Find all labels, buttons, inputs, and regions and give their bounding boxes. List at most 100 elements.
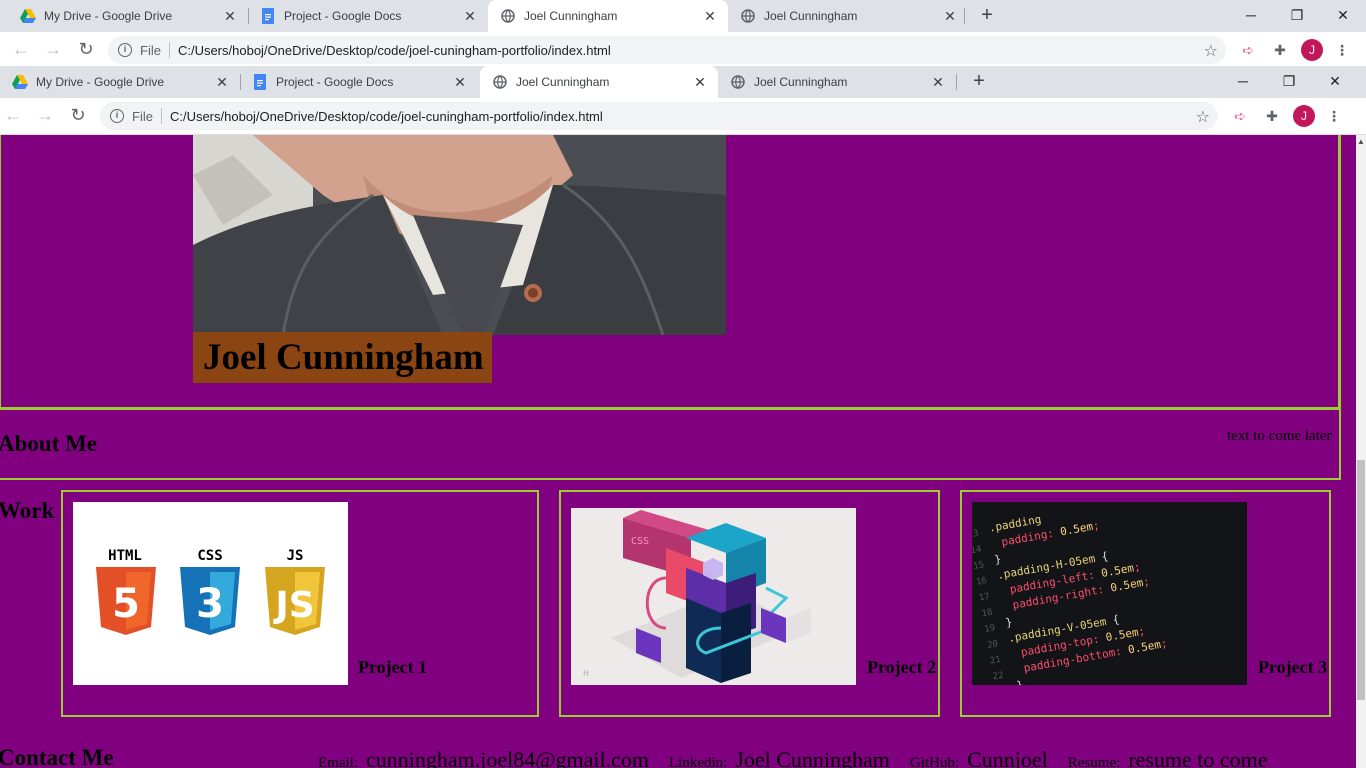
project-title-2[interactable]: Project 2 — [867, 657, 936, 678]
svg-text:CSS: CSS — [197, 548, 222, 564]
outer-tab-title: Project - Google Docs — [284, 9, 402, 23]
about-section — [0, 410, 1341, 480]
linkedin-link[interactable]: Joel Cunningham — [735, 747, 890, 768]
kebab-menu-icon[interactable]: ⋮ — [1332, 40, 1352, 60]
url-text[interactable]: C:/Users/hoboj/OneDrive/Desktop/code/joe… — [170, 109, 603, 124]
omnibox-divider — [168, 42, 170, 58]
minimize-button[interactable]: ─ — [1228, 0, 1274, 32]
close-icon[interactable]: ✕ — [222, 8, 238, 24]
avatar[interactable]: J — [1301, 39, 1323, 61]
window-close-button[interactable]: ✕ — [1320, 0, 1366, 32]
svg-text:JS: JS — [287, 548, 304, 564]
reload-button[interactable]: ↻ — [66, 104, 90, 128]
svg-text:14: 14 — [972, 545, 982, 557]
extension-arrow-icon[interactable]: ➪ — [1238, 40, 1258, 60]
inner-browser-chrome: My Drive - Google Drive ✕ Project - Goog… — [0, 66, 1366, 135]
scheme-label: File — [132, 108, 153, 124]
google-docs-icon — [252, 74, 268, 90]
forward-button[interactable]: → — [41, 38, 65, 62]
globe-icon — [730, 74, 746, 90]
outer-browser-chrome: My Drive - Google Drive ✕ Project - Goog… — [0, 0, 1366, 67]
outer-tab-portfolio[interactable]: Joel Cunningham ✕ — [728, 0, 968, 32]
scheme-label: File — [140, 42, 161, 58]
bookmark-star-icon[interactable]: ☆ — [1204, 41, 1218, 61]
project-card-3[interactable]: 13 .padding 14 padding: 0.5em; 15} 16 .padd… — [960, 490, 1331, 717]
close-icon[interactable]: ✕ — [692, 74, 708, 90]
google-docs-icon — [260, 8, 276, 24]
svg-text:3: 3 — [196, 581, 224, 627]
puzzle-extensions-icon[interactable]: ✚ — [1270, 40, 1290, 60]
inner-tab-title: Project - Google Docs — [276, 75, 394, 89]
globe-icon — [740, 8, 756, 24]
forward-button[interactable]: → — [33, 104, 57, 128]
svg-text:16: 16 — [975, 576, 987, 588]
close-icon[interactable]: ✕ — [942, 8, 958, 24]
email-link[interactable]: cunningham.joel84@gmail.com — [366, 747, 649, 768]
reload-button[interactable]: ↻ — [74, 38, 98, 62]
bookmark-star-icon[interactable]: ☆ — [1196, 107, 1210, 127]
restore-button[interactable]: ❐ — [1274, 0, 1320, 32]
github-link[interactable]: Cunnjoel — [967, 747, 1048, 768]
outer-tab-portfolio-active[interactable]: Joel Cunningham ✕ — [488, 0, 728, 32]
outer-tab-title: My Drive - Google Drive — [44, 9, 173, 23]
restore-button[interactable]: ❐ — [1266, 66, 1312, 98]
outer-tab-docs[interactable]: Project - Google Docs ✕ — [248, 0, 488, 32]
inner-tabstrip: My Drive - Google Drive ✕ Project - Goog… — [0, 66, 1366, 98]
google-drive-icon — [20, 8, 36, 24]
svg-text:17: 17 — [978, 592, 990, 604]
project-card-1[interactable]: HTML CSS JS 5 3 JS Project 1 — [61, 490, 539, 717]
inner-tab-portfolio[interactable]: Joel Cunningham ✕ — [718, 66, 956, 98]
minimize-button[interactable]: ─ — [1220, 66, 1266, 98]
inner-tab-title: Joel Cunningham — [754, 75, 848, 89]
close-icon[interactable]: ✕ — [462, 8, 478, 24]
name-banner: Joel Cunningham — [193, 332, 492, 383]
info-icon[interactable]: i — [110, 109, 124, 123]
close-icon[interactable]: ✕ — [930, 74, 946, 90]
html-css-js-logos-image: HTML CSS JS 5 3 JS — [73, 502, 348, 685]
close-icon[interactable]: ✕ — [452, 74, 468, 90]
profile-photo — [193, 135, 726, 335]
email-label: Email: — [318, 755, 358, 768]
kebab-menu-icon[interactable]: ⋮ — [1324, 106, 1344, 126]
info-icon[interactable]: i — [118, 43, 132, 57]
close-icon[interactable]: ✕ — [214, 74, 230, 90]
svg-text:20: 20 — [986, 639, 998, 651]
back-button[interactable]: ← — [1, 104, 25, 128]
about-text: text to come later — [1227, 428, 1332, 444]
inner-tab-docs[interactable]: Project - Google Docs ✕ — [240, 66, 478, 98]
page-viewport: Joel Cunningham About Me text to come la… — [0, 135, 1356, 768]
github-label: GitHub: — [909, 755, 960, 768]
project-title-3[interactable]: Project 3 — [1258, 657, 1327, 678]
scrollbar-thumb[interactable] — [1357, 460, 1365, 700]
page-scrollbar[interactable]: ▲ — [1356, 135, 1366, 768]
isometric-css-illustration-image: CSS H — [571, 508, 856, 685]
close-icon[interactable]: ✕ — [702, 8, 718, 24]
scroll-up-arrow-icon[interactable]: ▲ — [1357, 137, 1365, 147]
extension-arrow-icon[interactable]: ➪ — [1230, 106, 1250, 126]
outer-tab-drive[interactable]: My Drive - Google Drive ✕ — [8, 0, 248, 32]
svg-text:22: 22 — [992, 671, 1004, 683]
project-title-1[interactable]: Project 1 — [358, 657, 427, 678]
project-card-2[interactable]: CSS H Project 2 — [559, 490, 940, 717]
svg-text:5: 5 — [112, 581, 140, 627]
google-drive-icon — [12, 74, 28, 90]
inner-tab-portfolio-active[interactable]: Joel Cunningham ✕ — [480, 66, 718, 98]
puzzle-extensions-icon[interactable]: ✚ — [1262, 106, 1282, 126]
back-button[interactable]: ← — [9, 38, 33, 62]
svg-text:18: 18 — [981, 608, 993, 620]
linkedin-label: Linkedin: — [668, 755, 728, 768]
inner-tab-title: Joel Cunningham — [516, 75, 610, 89]
url-text[interactable]: C:/Users/hoboj/OneDrive/Desktop/code/joe… — [178, 43, 611, 58]
inner-toolbar: ← → ↻ i File C:/Users/hoboj/OneDrive/Des… — [0, 98, 1366, 135]
new-tab-button[interactable]: + — [975, 4, 999, 28]
inner-tab-drive[interactable]: My Drive - Google Drive ✕ — [0, 66, 240, 98]
globe-icon — [500, 8, 516, 24]
avatar[interactable]: J — [1293, 105, 1315, 127]
omnibox-divider — [160, 108, 162, 124]
address-bar[interactable]: i File C:/Users/hoboj/OneDrive/Desktop/c… — [100, 102, 1218, 130]
resume-link[interactable]: resume to come — [1128, 747, 1267, 768]
address-bar[interactable]: i File C:/Users/hoboj/OneDrive/Desktop/c… — [108, 36, 1226, 64]
new-tab-button[interactable]: + — [967, 70, 991, 94]
svg-text:15: 15 — [973, 560, 985, 572]
window-close-button[interactable]: ✕ — [1312, 66, 1358, 98]
